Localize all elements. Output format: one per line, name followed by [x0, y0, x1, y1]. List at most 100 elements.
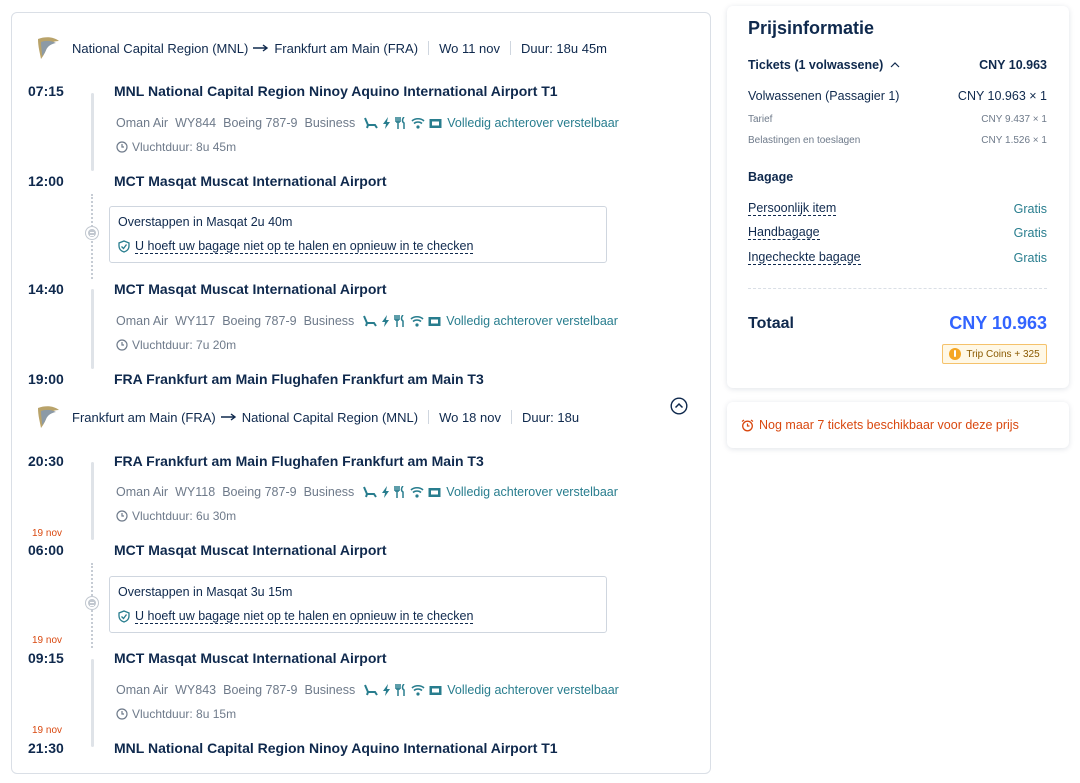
- baggage-personal-item[interactable]: Persoonlijk item: [748, 201, 837, 216]
- entertainment-icon: [429, 119, 442, 128]
- wifi-icon: [410, 486, 424, 498]
- outbound-destination: Frankfurt am Main (FRA): [274, 40, 419, 56]
- return-destination: National Capital Region (MNL): [241, 409, 419, 425]
- baggage-note-text: U hoeft uw bagage niet op te halen en op…: [135, 239, 474, 254]
- clock-icon: [116, 708, 128, 720]
- amenities[interactable]: [364, 117, 446, 129]
- tickets-label: Tickets (1 volwassene): [748, 58, 884, 72]
- tax-value: CNY 1.526 × 1: [981, 135, 1047, 146]
- baggage-hand[interactable]: Handbagage: [748, 225, 820, 240]
- cabin-class: Business: [303, 485, 355, 499]
- passenger-price: CNY 10.963 × 1: [957, 89, 1047, 103]
- baggage-through-note[interactable]: U hoeft uw bagage niet op te halen en op…: [118, 609, 474, 624]
- trip-coins-badge: Trip Coins + 325: [942, 344, 1047, 364]
- aircraft-type: Boeing 787-9: [222, 314, 297, 328]
- divider: [428, 41, 430, 55]
- flight-line: [91, 462, 94, 540]
- divider: [428, 410, 430, 424]
- return-origin: Frankfurt am Main (FRA): [72, 409, 216, 425]
- amenities[interactable]: [364, 684, 446, 696]
- price-info-card: Prijsinformatie Tickets (1 volwassene) C…: [727, 6, 1069, 388]
- clock-icon: [116, 141, 128, 153]
- wifi-icon: [411, 117, 425, 129]
- flight-details: Oman Air WY844 Boeing 787-9 Business Vol…: [116, 116, 619, 130]
- segment-duration: Vluchtduur: 8u 45m: [116, 140, 236, 154]
- seat-recline: Volledig achterover verstelbaar: [447, 116, 619, 130]
- divider: [510, 410, 512, 424]
- flight-details: Oman Air WY843 Boeing 787-9 Business Vol…: [116, 683, 619, 697]
- departure-time: 20:30: [28, 453, 64, 469]
- airline-name: Oman Air: [116, 116, 169, 130]
- baggage-row: Handbagage Gratis: [748, 225, 1047, 240]
- arrival-time: 21:30: [28, 740, 64, 756]
- wifi-icon: [410, 315, 424, 327]
- transfer-info: Overstappen in Masqat 3u 15m U hoeft uw …: [109, 576, 607, 633]
- fare-row: Tarief CNY 9.437 × 1: [748, 114, 1047, 125]
- outbound-date: Wo 11 nov: [439, 40, 501, 56]
- departure-airport: MCT Masqat Muscat International Airport: [114, 281, 387, 297]
- baggage-title: Bagage: [748, 170, 794, 184]
- segment-duration-text: Vluchtduur: 8u 45m: [132, 140, 237, 154]
- tax-label: Belastingen en toeslagen: [748, 135, 861, 146]
- power-icon: [382, 315, 390, 327]
- return-route-header: Frankfurt am Main (FRA) National Capital…: [32, 402, 579, 432]
- collapse-up-icon[interactable]: [670, 397, 688, 415]
- arrival-airport: MCT Masqat Muscat International Airport: [114, 542, 387, 558]
- passenger-row: Volwassenen (Passagier 1) CNY 10.963 × 1: [748, 89, 1047, 103]
- departure-airport: MNL National Capital Region Ninoy Aquino…: [114, 83, 558, 99]
- return-date: Wo 18 nov: [439, 409, 501, 425]
- flight-line: [91, 659, 94, 747]
- aircraft-type: Boeing 787-9: [222, 485, 297, 499]
- next-day-note: 19 nov: [32, 635, 63, 646]
- departure-time: 07:15: [28, 83, 64, 99]
- arrival-airport: MCT Masqat Muscat International Airport: [114, 173, 387, 189]
- tickets-total: CNY 10.963: [979, 58, 1047, 72]
- power-icon: [383, 117, 391, 129]
- flight-details: Oman Air WY118 Boeing 787-9 Business Vol…: [116, 485, 618, 499]
- segment-duration: Vluchtduur: 8u 15m: [116, 707, 236, 721]
- departure-time: 09:15: [28, 650, 64, 666]
- power-icon: [383, 684, 391, 696]
- amenities[interactable]: [363, 315, 445, 327]
- entertainment-icon: [428, 488, 441, 497]
- total-label: Totaal: [748, 314, 794, 332]
- meal-icon: [395, 684, 405, 696]
- next-day-note: 19 nov: [32, 725, 63, 736]
- airline-name: Oman Air: [116, 314, 169, 328]
- airline-logo-icon: [38, 406, 59, 428]
- baggage-checked[interactable]: Ingecheckte bagage: [748, 250, 861, 265]
- arrow-right-icon: [220, 410, 237, 424]
- entertainment-icon: [429, 686, 442, 695]
- departure-airport: FRA Frankfurt am Main Flughafen Frankfur…: [114, 453, 484, 469]
- divider: [748, 288, 1047, 289]
- seat-icon: [364, 684, 379, 696]
- transfer-title: Overstappen in Masqat 3u 15m: [118, 585, 293, 599]
- arrival-airport: FRA Frankfurt am Main Flughafen Frankfur…: [114, 371, 484, 387]
- baggage-value: Gratis: [1013, 250, 1047, 265]
- power-icon: [382, 486, 390, 498]
- tax-row: Belastingen en toeslagen CNY 1.526 × 1: [748, 135, 1047, 146]
- aircraft-type: Boeing 787-9: [223, 116, 298, 130]
- airline-name: Oman Air: [116, 485, 169, 499]
- tickets-summary-row[interactable]: Tickets (1 volwassene) CNY 10.963: [748, 58, 1047, 72]
- arrival-airport: MNL National Capital Region Ninoy Aquino…: [114, 740, 558, 756]
- flight-number: WY843: [175, 683, 217, 697]
- meal-icon: [394, 315, 405, 327]
- outbound-origin: National Capital Region (MNL): [72, 40, 249, 56]
- segment-duration-text: Vluchtduur: 8u 15m: [132, 707, 237, 721]
- amenities[interactable]: [363, 486, 445, 498]
- availability-notice: Nog maar 7 tickets beschikbaar voor deze…: [727, 402, 1069, 448]
- arrival-time: 12:00: [28, 173, 64, 189]
- flight-line: [91, 93, 94, 171]
- transfer-info: Overstappen in Masqat 2u 40m U hoeft uw …: [109, 206, 607, 263]
- seat-recline: Volledig achterover verstelbaar: [446, 314, 618, 328]
- total-price: CNY 10.963: [949, 313, 1047, 333]
- transfer-stop-icon: [86, 227, 98, 239]
- baggage-through-note[interactable]: U hoeft uw bagage niet op te halen en op…: [118, 239, 474, 254]
- itinerary-card: National Capital Region (MNL) Frankfurt …: [11, 12, 711, 774]
- outbound-duration: Duur: 18u 45m: [521, 40, 608, 56]
- shield-icon: [118, 610, 130, 623]
- transfer-title: Overstappen in Masqat 2u 40m: [118, 215, 293, 229]
- chevron-up-icon[interactable]: [890, 62, 900, 68]
- cabin-class: Business: [304, 116, 356, 130]
